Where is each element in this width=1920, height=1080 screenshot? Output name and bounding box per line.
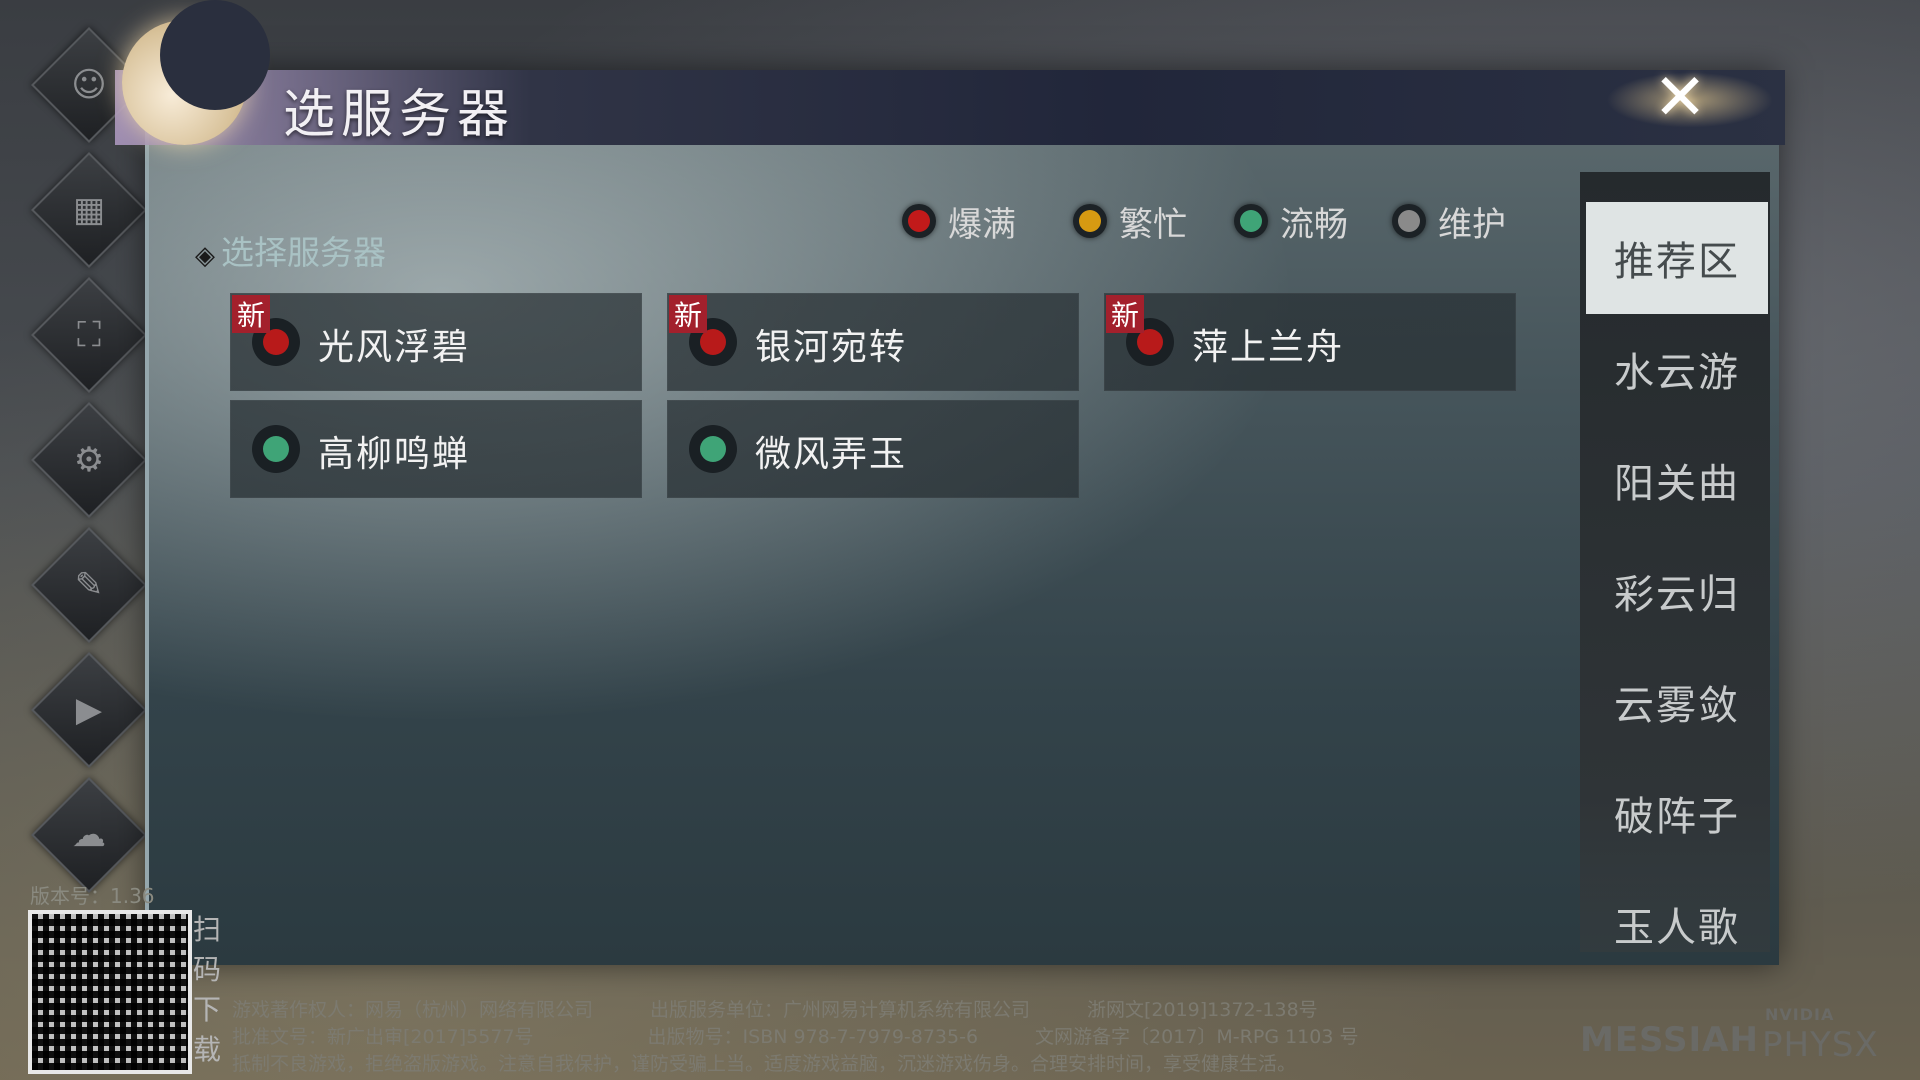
brand-physx: PHYSX	[1762, 1025, 1879, 1065]
new-badge: 新	[1106, 295, 1144, 333]
legend-label: 爆满	[948, 204, 1016, 245]
brand-messiah: MESSIAH	[1580, 1020, 1759, 1060]
qr-caption: 扫 码 下 载	[190, 910, 224, 1070]
moon-shadow	[160, 0, 270, 110]
new-badge: 新	[232, 295, 270, 333]
legend-label: 流畅	[1280, 204, 1348, 245]
qr-code-icon	[28, 910, 192, 1074]
tab-caiyungui[interactable]: 彩云归	[1586, 535, 1768, 647]
legend-label: 繁忙	[1119, 204, 1187, 245]
version-label: 版本号：1.36	[30, 884, 155, 908]
server-item[interactable]: 光风浮碧 新	[230, 293, 642, 391]
notes-icon: ✎	[74, 565, 104, 605]
server-item[interactable]: 高柳鸣蝉	[230, 400, 642, 498]
legend-label: 维护	[1438, 204, 1506, 245]
menu-button[interactable]: ⚙	[31, 402, 147, 518]
server-name: 银河宛转	[755, 327, 908, 368]
legal-line: 批准文号：新广出审[2017]5577号 出版物号：ISBN 978-7-797…	[232, 1026, 1359, 1048]
qr-caption-char: 载	[192, 1033, 221, 1066]
legal-line: 游戏著作权人：网易（杭州）网络有限公司 出版服务单位：广州网易计算机系统有限公司…	[232, 999, 1318, 1021]
server-name: 微风弄玉	[755, 434, 908, 475]
status-color-busy	[1079, 210, 1101, 232]
tab-shuiyunyou[interactable]: 水云游	[1586, 313, 1768, 425]
status-color-smooth	[1240, 210, 1262, 232]
tab-yangguanqu[interactable]: 阳关曲	[1586, 424, 1768, 536]
status-dot-icon	[1392, 204, 1426, 238]
qr-caption-char: 下	[192, 993, 221, 1026]
status-dot-icon	[902, 204, 936, 238]
menu-button[interactable]: ✎	[31, 527, 147, 643]
left-menu: ☺ ▦ ⛶ ⚙ ✎ ▶ ☁	[28, 24, 147, 919]
menu-button[interactable]: ⛶	[31, 277, 147, 393]
tab-pozhenzi[interactable]: 破阵子	[1586, 757, 1768, 869]
legend-busy: 繁忙	[1073, 198, 1187, 245]
menu-button[interactable]: ▦	[31, 152, 147, 268]
video-icon: ▶	[75, 690, 103, 730]
server-name: 光风浮碧	[318, 327, 471, 368]
legal-line: 抵制不良游戏，拒绝盗版游戏。注意自我保护，谨防受骗上当。适度游戏益脑，沉迷游戏伤…	[232, 1053, 1297, 1075]
section-label: ◈ 选择服务器	[195, 226, 386, 274]
server-status-4	[700, 436, 726, 462]
section-label-text: 选择服务器	[221, 233, 386, 272]
status-color-full	[908, 210, 930, 232]
server-name: 高柳鸣蝉	[318, 434, 471, 475]
region-tabs: 推荐区 水云游 阳关曲 彩云归 云雾敛 破阵子 玉人歌	[1580, 172, 1770, 952]
menu-button[interactable]: ▶	[31, 652, 147, 768]
menu-button[interactable]: ☁	[31, 777, 147, 893]
tab-yurenge[interactable]: 玉人歌	[1586, 868, 1768, 952]
legend-maintenance: 维护	[1392, 198, 1506, 245]
status-dot-icon	[689, 425, 737, 473]
dialog-title: 选服务器	[283, 85, 516, 145]
legend-full: 爆满	[902, 198, 1016, 245]
qr-caption-char: 扫	[192, 913, 221, 946]
brand-nvidia: NVIDIA	[1765, 1005, 1835, 1024]
cloud-icon: ☁	[72, 815, 106, 855]
tab-yunwulian[interactable]: 云雾敛	[1586, 646, 1768, 758]
server-name: 萍上兰舟	[1192, 327, 1345, 368]
legend-smooth: 流畅	[1234, 198, 1348, 245]
new-badge: 新	[669, 295, 707, 333]
status-dot-icon	[1234, 204, 1268, 238]
server-item[interactable]: 微风弄玉	[667, 400, 1079, 498]
status-color-maintenance	[1398, 210, 1420, 232]
qr-caption-char: 码	[192, 953, 221, 986]
status-dot-icon	[252, 425, 300, 473]
close-button[interactable]: ✕	[1640, 58, 1720, 138]
server-item[interactable]: 银河宛转 新	[667, 293, 1079, 391]
tab-recommended[interactable]: 推荐区	[1586, 202, 1768, 314]
settings-icon: ⚙	[73, 440, 105, 480]
fullscreen-icon: ⛶	[77, 315, 101, 355]
scroll-icon: ▦	[72, 190, 106, 230]
diamond-icon: ◈	[195, 241, 215, 271]
status-dot-icon	[1073, 204, 1107, 238]
server-item[interactable]: 萍上兰舟 新	[1104, 293, 1516, 391]
server-status-3	[263, 436, 289, 462]
